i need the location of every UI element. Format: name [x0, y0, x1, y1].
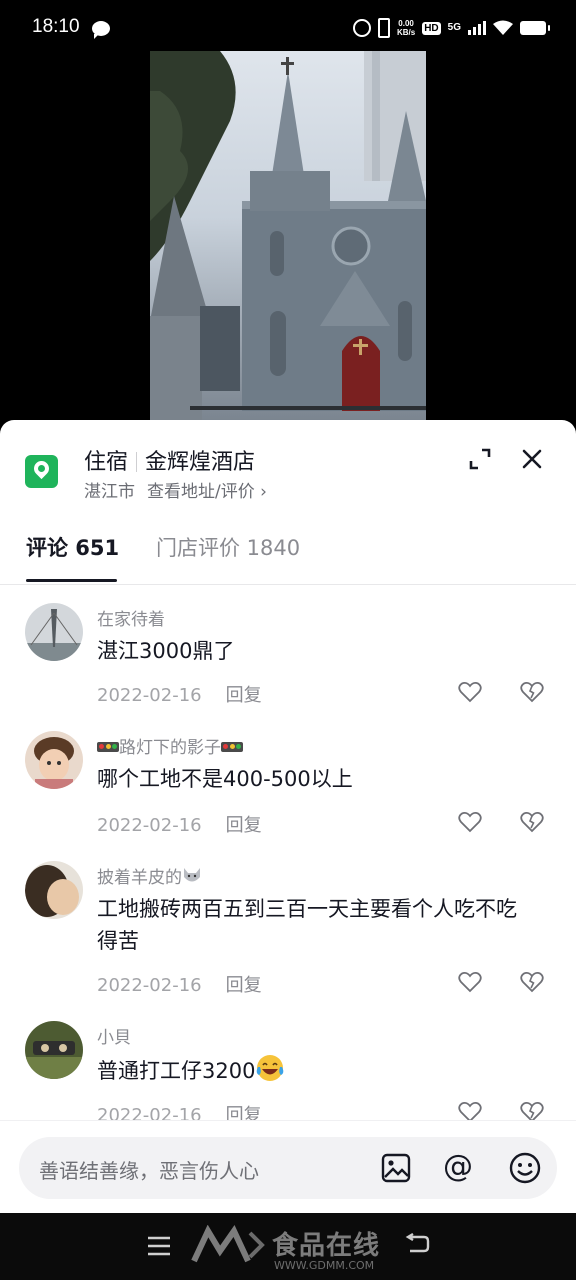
poi-category: 住宿	[84, 450, 129, 475]
battery-icon	[520, 21, 550, 35]
chat-notification-icon	[92, 21, 110, 39]
mention-icon[interactable]: @	[443, 1150, 473, 1184]
reply-button[interactable]: 回复	[226, 815, 262, 836]
status-icons: 0.00 KB/s HD 5G	[352, 18, 550, 38]
hd-icon: HD	[422, 21, 441, 35]
menu-icon[interactable]	[146, 1235, 172, 1257]
location-pin-icon[interactable]	[25, 455, 58, 488]
network-speed: 0.00 KB/s	[396, 19, 416, 37]
comment-item: 在家待着 湛江3000鼎了 2022-02-16 回复	[0, 585, 576, 713]
heart-icon[interactable]	[458, 681, 482, 703]
comment-sheet: 住宿 金辉煌酒店 湛江市 查看地址/评价 › 评论 651 门店评价 1840 在家…	[0, 420, 576, 1213]
expand-icon[interactable]	[468, 447, 492, 471]
comment-text: 普通打工仔3200	[97, 1053, 537, 1087]
tab-store-reviews[interactable]: 门店评价 1840	[156, 532, 300, 562]
poi-city: 湛江市	[84, 482, 135, 502]
heart-icon[interactable]	[458, 971, 482, 993]
poi-divider	[136, 452, 138, 472]
watermark-url: WWW.GDMM.COM	[274, 1259, 375, 1272]
comment-username[interactable]: 路灯下的影子	[97, 733, 243, 758]
traffic-light-emoji-icon	[97, 742, 119, 752]
church-image	[150, 51, 426, 420]
status-bar: 18:10 0.00 KB/s HD 5G	[0, 0, 576, 56]
comment-date: 2022-02-16	[97, 815, 202, 836]
comment-meta: 2022-02-16 回复	[97, 971, 262, 997]
comment-meta: 2022-02-16 回复	[97, 811, 262, 837]
comment-item: 披着羊皮的 工地搬砖两百五到三百一天主要看个人吃不吃得苦 2022-02-16 回…	[0, 843, 576, 1003]
comment-input[interactable]: 善语结善缘，恶言伤人心 @	[19, 1137, 557, 1199]
poi-subtitle: 湛江市 查看地址/评价 ›	[84, 477, 267, 502]
comment-input-bar: 善语结善缘，恶言伤人心 @	[0, 1120, 576, 1213]
reply-button[interactable]: 回复	[226, 1105, 262, 1120]
comment-username[interactable]: 在家待着	[97, 605, 165, 630]
comment-item: 路灯下的影子 哪个工地不是400-500以上 2022-02-16 回复	[0, 713, 576, 843]
poi-address-link[interactable]: 查看地址/评价 ›	[147, 482, 267, 502]
active-tab-indicator	[26, 579, 117, 582]
comment-date: 2022-02-16	[97, 975, 202, 996]
avatar[interactable]	[25, 731, 83, 789]
comment-text: 哪个工地不是400-500以上	[97, 767, 353, 791]
comment-tabs: 评论 651 门店评价 1840	[0, 522, 576, 585]
comment-date: 2022-02-16	[97, 1105, 202, 1120]
heart-icon[interactable]	[458, 811, 482, 833]
broken-heart-icon[interactable]	[520, 971, 544, 993]
reply-button[interactable]: 回复	[226, 685, 262, 706]
comment-meta: 2022-02-16 回复	[97, 1101, 262, 1120]
alarm-icon	[352, 19, 371, 37]
traffic-light-emoji-icon	[221, 742, 243, 752]
comment-meta: 2022-02-16 回复	[97, 681, 262, 707]
system-nav-bar: 食品在线 WWW.GDMM.COM	[0, 1213, 576, 1280]
wolf-emoji-icon	[184, 868, 200, 882]
avatar[interactable]	[25, 603, 83, 661]
comment-input-placeholder[interactable]: 善语结善缘，恶言伤人心	[39, 1155, 259, 1184]
image-icon[interactable]	[381, 1153, 411, 1183]
emoji-icon[interactable]	[509, 1152, 541, 1184]
back-icon[interactable]	[404, 1233, 430, 1255]
comment-username[interactable]: 小貝	[97, 1023, 131, 1048]
comment-item: 小貝 普通打工仔3200 2022-02-16 回复	[0, 1003, 576, 1120]
poi-name: 金辉煌酒店	[145, 450, 256, 475]
watermark-logo-icon	[191, 1225, 265, 1263]
signal-icon	[468, 21, 486, 35]
comment-username[interactable]: 披着羊皮的	[97, 863, 202, 888]
wifi-icon	[493, 20, 513, 35]
avatar[interactable]	[25, 861, 83, 919]
watermark-text: 食品在线	[272, 1231, 381, 1261]
comment-list[interactable]: 在家待着 湛江3000鼎了 2022-02-16 回复 路灯下的影子 哪个工地不…	[0, 585, 576, 1120]
reply-button[interactable]: 回复	[226, 975, 262, 996]
poi-title[interactable]: 住宿 金辉煌酒店	[84, 444, 255, 476]
heart-icon[interactable]	[458, 1101, 482, 1120]
5g-icon: 5G	[447, 22, 461, 33]
vibrate-icon	[377, 18, 390, 38]
video-frame-church[interactable]	[150, 51, 426, 420]
tab-comments[interactable]: 评论 651	[26, 532, 119, 562]
avatar[interactable]	[25, 1021, 83, 1079]
comment-date: 2022-02-16	[97, 685, 202, 706]
laughing-tears-emoji-icon	[257, 1055, 284, 1081]
comment-text: 湛江3000鼎了	[97, 639, 235, 663]
broken-heart-icon[interactable]	[520, 811, 544, 833]
broken-heart-icon[interactable]	[520, 681, 544, 703]
broken-heart-icon[interactable]	[520, 1101, 544, 1120]
video-player[interactable]	[0, 51, 576, 420]
close-icon[interactable]	[519, 446, 545, 472]
status-time: 18:10	[32, 16, 80, 37]
comment-text: 工地搬砖两百五到三百一天主要看个人吃不吃得苦	[97, 897, 517, 953]
